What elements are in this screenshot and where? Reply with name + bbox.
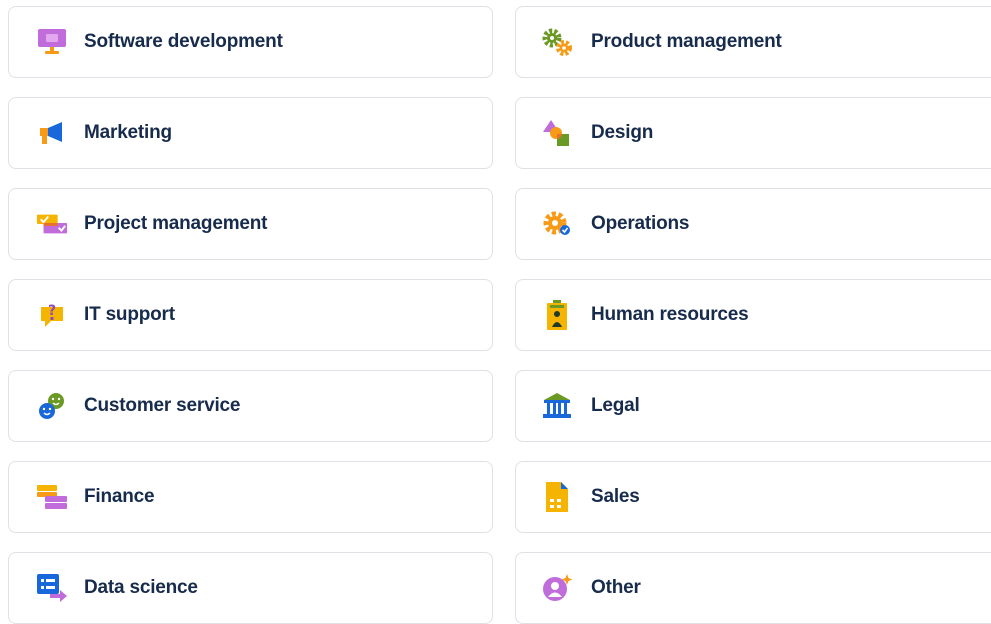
team-card-marketing[interactable]: Marketing (8, 97, 493, 169)
team-label: Product management (591, 31, 782, 52)
data-list-icon (36, 572, 68, 604)
team-card-other[interactable]: Other (515, 552, 991, 624)
gears-icon (541, 26, 573, 58)
team-card-human-resources[interactable]: Human resources (515, 279, 991, 351)
team-card-operations[interactable]: Operations (515, 188, 991, 260)
team-type-grid: Software development Marketing Project m… (0, 0, 991, 624)
stacked-bills-icon (36, 481, 68, 513)
team-label: Customer service (84, 395, 241, 416)
team-label: Data science (84, 577, 198, 598)
team-label: Legal (591, 395, 640, 416)
document-icon (541, 481, 573, 513)
team-label: Project management (84, 213, 268, 234)
checklist-cards-icon (36, 208, 68, 240)
team-card-product-management[interactable]: Product management (515, 6, 991, 78)
team-card-sales[interactable]: Sales (515, 461, 991, 533)
id-badge-icon (541, 299, 573, 331)
question-bubble-icon: ? (36, 299, 68, 331)
team-label: Human resources (591, 304, 749, 325)
team-card-finance[interactable]: Finance (8, 461, 493, 533)
team-card-data-science[interactable]: Data science (8, 552, 493, 624)
svg-text:?: ? (48, 303, 56, 319)
team-card-customer-service[interactable]: Customer service (8, 370, 493, 442)
team-label: Finance (84, 486, 155, 507)
person-sparkle-icon (541, 572, 573, 604)
team-label: Other (591, 577, 641, 598)
chat-faces-icon (36, 390, 68, 422)
team-label: Operations (591, 213, 690, 234)
team-label: Marketing (84, 122, 172, 143)
team-card-software-development[interactable]: Software development (8, 6, 493, 78)
shapes-icon (541, 117, 573, 149)
team-label: Sales (591, 486, 640, 507)
gear-check-icon (541, 208, 573, 240)
team-card-it-support[interactable]: ? IT support (8, 279, 493, 351)
megaphone-icon (36, 117, 68, 149)
courthouse-icon (541, 390, 573, 422)
team-label: Design (591, 122, 654, 143)
team-card-legal[interactable]: Legal (515, 370, 991, 442)
team-label: Software development (84, 31, 283, 52)
team-card-project-management[interactable]: Project management (8, 188, 493, 260)
team-card-design[interactable]: Design (515, 97, 991, 169)
team-label: IT support (84, 304, 175, 325)
monitor-icon (36, 26, 68, 58)
